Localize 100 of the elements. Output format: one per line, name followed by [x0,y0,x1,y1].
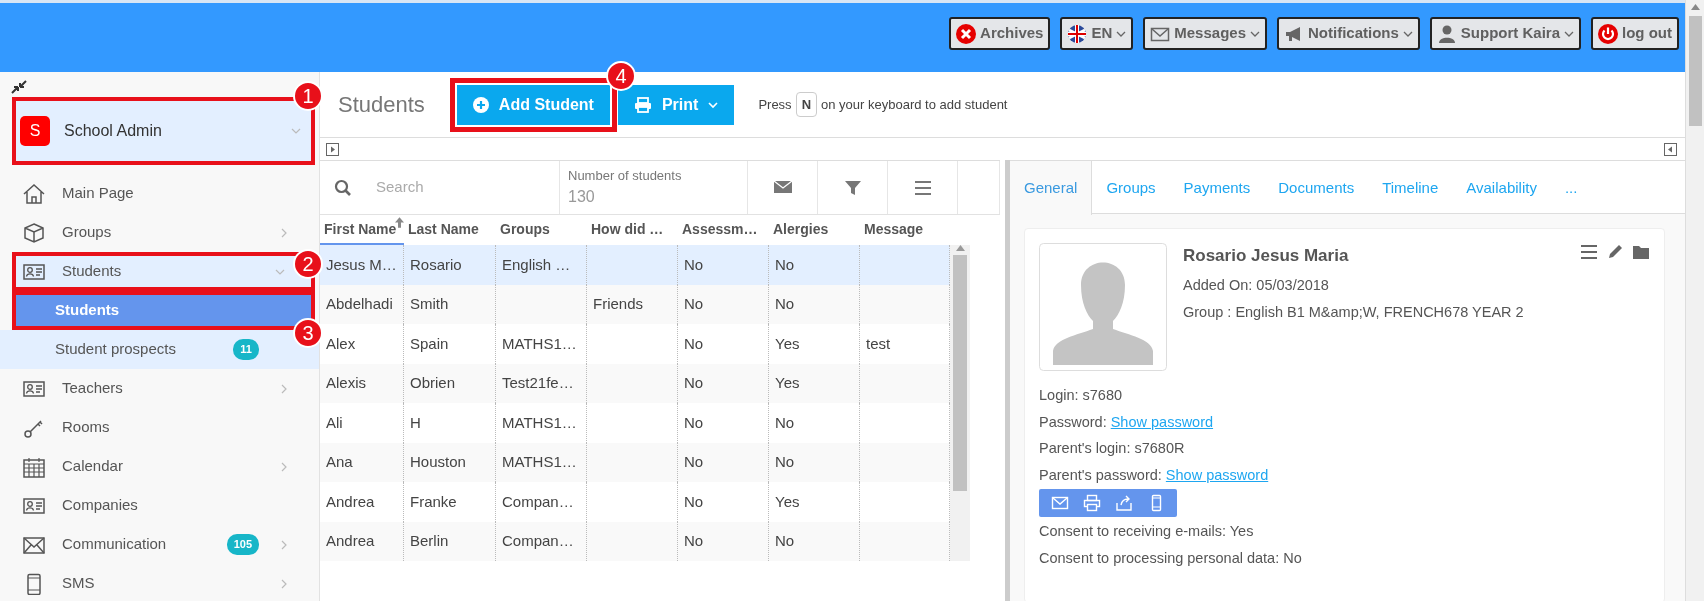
table-cell: No [678,245,769,285]
column-header[interactable]: Alergies [769,215,860,245]
column-header[interactable]: How did … [587,215,678,245]
scroll-up-icon[interactable] [955,245,965,251]
table-cell: H [404,403,496,443]
pencil-icon[interactable] [1606,243,1624,261]
sidebar-item-label: Communication [62,534,167,555]
flag-icon [1067,23,1088,44]
expand-panel-icon[interactable] [326,142,339,156]
envelope-icon[interactable] [1051,494,1069,512]
table-cell: No [678,482,769,522]
table-cell: No [678,403,769,443]
table-cell: Alex [320,324,404,364]
sidebar-item-label: Students [55,300,120,321]
sidebar-item[interactable]: Calendar [0,447,319,486]
info-text: Added On: 05/03/2018 [1183,275,1330,295]
sidebar-item-label: Teachers [62,378,123,399]
table-cell: No [769,403,860,443]
sidebar-item-label: SMS [62,573,95,594]
table-cell: No [769,245,860,285]
printer-icon[interactable] [1083,494,1101,512]
caret-icon [1564,29,1574,38]
user-icon [1436,23,1457,44]
caret-icon [1402,29,1413,38]
collapse-icon[interactable] [10,79,28,96]
table-row[interactable]: Jesus M… Rosario English … No No [320,245,950,285]
sidebar-item[interactable]: Rooms [0,408,319,447]
table-cell: Yes [769,324,860,364]
sidebar-item[interactable]: Groups [0,213,319,252]
table-cell: Rosario [404,245,496,285]
table-cell: Ali [320,403,404,443]
column-header[interactable]: Message [860,215,950,245]
printer-icon [633,96,652,113]
table-cell: Compan… [496,482,587,522]
search-field[interactable]: Search [374,175,544,200]
sidebar-item-label: Students [62,261,122,282]
table-row[interactable]: Ana Houston MATHS1… No No [320,442,950,482]
consent-text: Consent to receiving e-mails: Yes [1039,522,1255,542]
table-cell: English … [496,245,587,285]
table-cell: MATHS1… [496,324,587,364]
table-cell: Yes [769,482,860,522]
table-cell: MATHS1… [496,403,587,443]
column-header[interactable]: Last Name [404,215,496,245]
table-cell: Jesus M… [320,245,404,285]
scrollbar-thumb[interactable] [1688,16,1702,126]
sidebar-item[interactable]: SMS [0,564,319,601]
sidebar-item[interactable]: Teachers [0,369,319,408]
scroll-up-icon[interactable] [1690,4,1700,10]
topbar-button[interactable]: Messages [1143,17,1267,50]
table-cell: No [678,521,769,561]
close-circle-icon [956,23,977,44]
plus-circle-icon [472,96,489,113]
scrollbar-thumb[interactable] [953,255,967,491]
keyboard-key: N [795,91,817,118]
folder-icon[interactable] [1632,243,1650,261]
table-cell: Andrea [320,482,404,522]
callout-number: 2 [293,249,323,279]
sidebar-item-label: Rooms [62,417,110,438]
topbar-button[interactable]: EN [1060,17,1134,50]
calendar-icon [22,455,46,478]
chevron-down-icon [291,126,301,136]
sidebar-item-label: Companies [62,495,138,516]
search-icon [334,178,352,197]
caret-icon [1116,29,1127,38]
home-icon [22,182,46,205]
list-icon[interactable] [1580,243,1598,261]
field-text: Parent's login: s7680R [1039,439,1185,459]
topbar-button[interactable]: Notifications [1277,17,1420,50]
power-icon [1598,23,1618,44]
cube-icon [22,221,46,244]
table-cell: Andrea [320,521,404,561]
student-count: 130 [568,187,595,208]
account-name: School Admin [64,121,162,141]
table-cell: Franke [404,482,496,522]
callout-number: 1 [293,81,323,111]
sidebar-item[interactable]: Companies [0,486,319,525]
share-icon[interactable] [1115,494,1133,512]
sidebar-item[interactable]: Main Page [0,174,319,213]
column-header[interactable]: Assessm… [678,215,769,245]
table-cell: Berlin [404,521,496,561]
sidebar-item[interactable]: Communication 105 [0,525,319,564]
topbar-button[interactable]: log out [1591,17,1679,50]
count-badge: 11 [233,339,259,360]
table-scrollbar[interactable] [950,245,970,561]
collapse-panel-icon[interactable] [1664,142,1677,156]
column-header[interactable]: Groups [496,215,587,245]
count-badge: 105 [226,534,259,555]
table-row[interactable]: Alexis Obrien Test21fe… No Yes [320,363,950,403]
table-row[interactable]: Andrea Berlin Compan… No No [320,521,950,561]
chevron-right-icon [279,227,289,238]
table-cell: No [678,324,769,364]
sidebar-item-label: Calendar [62,456,123,477]
topbar-button[interactable]: Support Kaira [1429,17,1581,50]
chevron-right-icon [279,539,289,550]
student-name: Rosario Jesus Maria [1183,245,1350,267]
field-label: Parent's password: [1039,465,1162,485]
field-label: Password: [1039,412,1107,432]
topbar-button[interactable]: Archives [949,17,1051,50]
page-scrollbar[interactable] [1685,0,1704,601]
table-row[interactable]: Abdelhadi Smith Friends No No [320,284,950,324]
